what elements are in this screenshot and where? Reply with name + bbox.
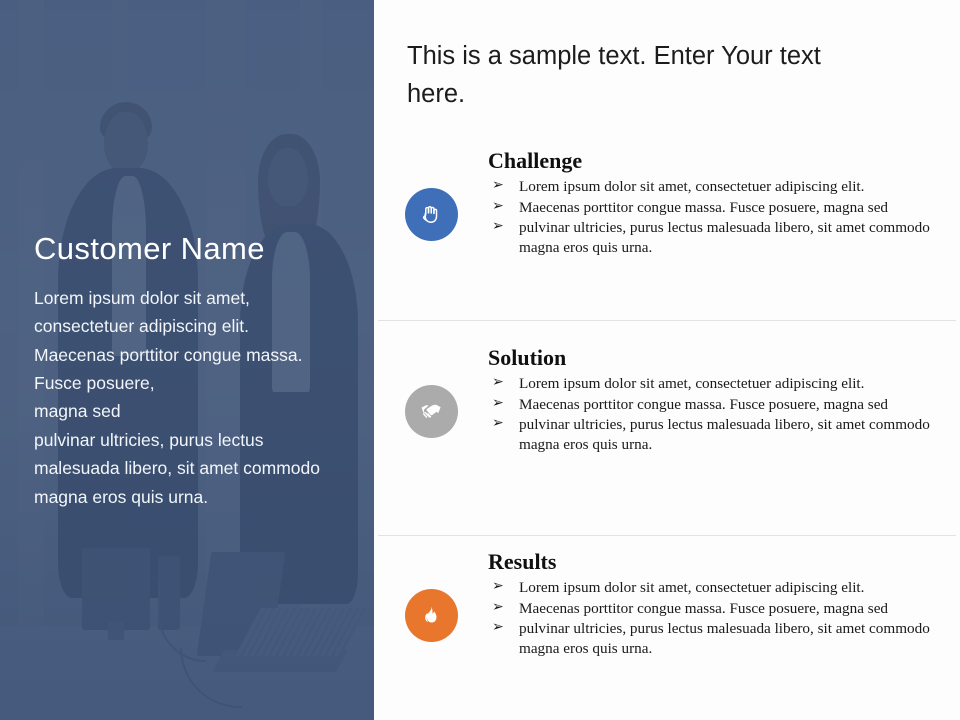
arrow-bullet-icon: ➢ — [492, 197, 504, 214]
list-item-text: Maecenas porttitor congue massa. Fusce p… — [519, 599, 889, 617]
left-text-block: Customer Name Lorem ipsum dolor sit amet… — [34, 231, 334, 511]
bullet-list-challenge: ➢ Lorem ipsum dolor sit amet, consectetue… — [488, 177, 948, 257]
list-item-text: Lorem ipsum dolor sit amet, consectetuer… — [519, 579, 865, 597]
list-item: ➢ Maecenas porttitor congue massa. Fusce … — [488, 395, 948, 414]
list-item: ➢ Lorem ipsum dolor sit amet, consectetue… — [488, 374, 948, 393]
list-item-text: Maecenas porttitor congue massa. Fusce p… — [519, 198, 889, 216]
list-item-text: pulvinar ultricies, purus lectus malesua… — [519, 620, 930, 657]
section-divider — [378, 535, 956, 536]
list-item: ➢ pulvinar ultricies, purus lectus malesu… — [488, 218, 948, 257]
list-item-text: Maecenas porttitor congue massa. Fusce p… — [519, 395, 889, 413]
customer-description: Lorem ipsum dolor sit amet, consectetuer… — [34, 288, 320, 507]
text-column: Solution ➢ Lorem ipsum dolor sit amet, co… — [488, 345, 960, 455]
arrow-bullet-icon: ➢ — [492, 598, 504, 615]
text-column: Results ➢ Lorem ipsum dolor sit amet, con… — [488, 549, 960, 659]
icon-column — [374, 549, 488, 642]
arrow-bullet-icon: ➢ — [492, 374, 504, 391]
list-item-text: pulvinar ultricies, purus lectus malesua… — [519, 416, 930, 453]
page-title: This is a sample text. Enter Your text h… — [407, 42, 821, 108]
text-column: Challenge ➢ Lorem ipsum dolor sit amet, c… — [488, 148, 960, 258]
customer-name-title: Customer Name — [34, 231, 265, 266]
section-results: Results ➢ Lorem ipsum dolor sit amet, con… — [374, 549, 960, 720]
section-solution: Solution ➢ Lorem ipsum dolor sit amet, co… — [374, 345, 960, 517]
list-item: ➢ pulvinar ultricies, purus lectus malesu… — [488, 415, 948, 454]
raised-fist-icon[interactable] — [404, 188, 458, 241]
list-item: ➢ pulvinar ultricies, purus lectus malesu… — [488, 619, 948, 658]
handshake-icon[interactable] — [404, 385, 458, 438]
list-item: ➢ Lorem ipsum dolor sit amet, consectetue… — [488, 578, 948, 597]
section-divider — [378, 320, 956, 321]
flame-icon[interactable] — [404, 589, 458, 642]
slide-canvas: Customer Name Lorem ipsum dolor sit amet… — [0, 0, 960, 720]
list-item: ➢ Lorem ipsum dolor sit amet, consectetue… — [488, 177, 948, 196]
icon-column — [374, 345, 488, 438]
section-title-solution: Solution — [488, 345, 567, 370]
icon-column — [374, 148, 488, 241]
section-challenge: Challenge ➢ Lorem ipsum dolor sit amet, c… — [374, 148, 960, 320]
right-content-panel: This is a sample text. Enter Your text h… — [374, 0, 960, 720]
section-title-results: Results — [488, 549, 557, 574]
list-item: ➢ Maecenas porttitor congue massa. Fusce … — [488, 599, 948, 618]
bullet-list-results: ➢ Lorem ipsum dolor sit amet, consectetue… — [488, 578, 948, 658]
section-title-challenge: Challenge — [488, 148, 583, 173]
list-item: ➢ Maecenas porttitor congue massa. Fusce … — [488, 198, 948, 217]
arrow-bullet-icon: ➢ — [492, 619, 504, 636]
arrow-bullet-icon: ➢ — [492, 394, 504, 411]
bullet-list-solution: ➢ Lorem ipsum dolor sit amet, consectetue… — [488, 374, 948, 454]
arrow-bullet-icon: ➢ — [492, 578, 504, 595]
left-hero-panel: Customer Name Lorem ipsum dolor sit amet… — [0, 0, 374, 720]
list-item-text: Lorem ipsum dolor sit amet, consectetuer… — [519, 375, 865, 393]
arrow-bullet-icon: ➢ — [492, 415, 504, 432]
list-item-text: Lorem ipsum dolor sit amet, consectetuer… — [519, 178, 865, 196]
list-item-text: pulvinar ultricies, purus lectus malesua… — [519, 219, 930, 256]
arrow-bullet-icon: ➢ — [492, 177, 504, 194]
arrow-bullet-icon: ➢ — [492, 218, 504, 235]
